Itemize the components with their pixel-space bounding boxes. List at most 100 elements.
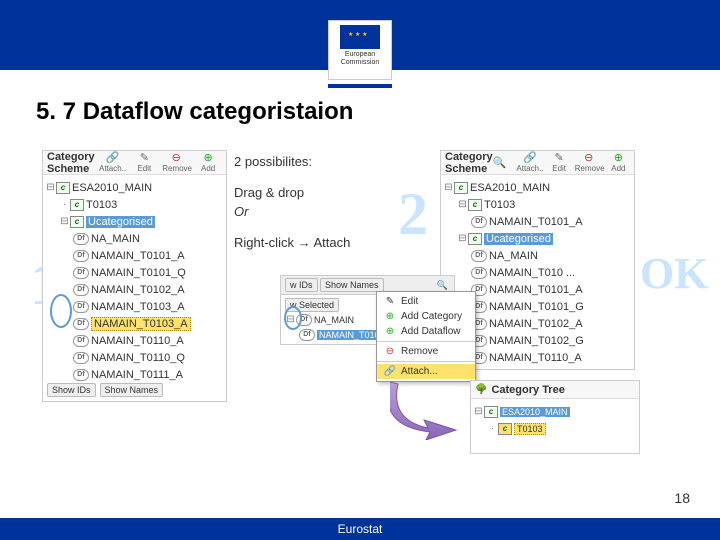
- big-ok: OK: [640, 248, 708, 299]
- menu-edit[interactable]: ✎Edit: [377, 294, 475, 309]
- tree-row[interactable]: DfNAMAIN_T0103_A: [73, 315, 224, 332]
- dataflow-icon: Df: [471, 267, 487, 279]
- slide-title: 5. 7 Dataflow categoristaion: [36, 98, 353, 126]
- dataflow-icon: Df: [73, 250, 89, 262]
- tree-row[interactable]: DfNAMAIN_T0111_A: [73, 366, 224, 383]
- tree-row[interactable]: ⊟cESA2010_MAIN: [473, 403, 637, 420]
- instr-line1: 2 possibilites:: [234, 154, 424, 169]
- add-icon: ⊕: [383, 311, 397, 322]
- collapse-icon[interactable]: ⊟: [59, 216, 70, 227]
- menu-attach[interactable]: 🔗Attach...: [377, 364, 475, 379]
- eu-flag-icon: [340, 25, 380, 49]
- selected-item[interactable]: Ucategorised: [86, 216, 155, 228]
- dataflow-icon: Df: [73, 301, 89, 313]
- dataflow-icon: Df: [471, 250, 487, 262]
- tree-row[interactable]: DfNAMAIN_T0101_Q: [73, 264, 224, 281]
- tree-row[interactable]: ⊟cT0103: [457, 196, 632, 213]
- tree-row[interactable]: DfNAMAIN_T0110_A: [73, 332, 224, 349]
- remove-button[interactable]: ⊖Remove: [162, 153, 190, 173]
- dataflow-icon: Df: [471, 216, 487, 228]
- tree-left: ⊟cESA2010_MAIN ·cT0103 ⊟cUcategorised Df…: [43, 175, 226, 387]
- attach-button[interactable]: 🔗Attach..: [516, 153, 543, 173]
- callout-oval: [50, 294, 72, 328]
- remove-icon: ⊖: [575, 153, 603, 164]
- tree-row[interactable]: DfNAMAIN_T0110_A: [471, 349, 632, 366]
- tree-row[interactable]: DfNAMAIN_T0102_A: [73, 281, 224, 298]
- dataflow-icon: Df: [73, 352, 89, 364]
- tree-row[interactable]: DfNAMAIN_T0103_A: [73, 298, 224, 315]
- panel-footer-buttons: Show IDs Show Names: [47, 383, 163, 397]
- tree-row[interactable]: DfNA_MAIN: [73, 230, 224, 247]
- footer-bar: Eurostat: [0, 518, 720, 540]
- dataflow-icon: Df: [73, 335, 89, 347]
- mini-panel-title: Category Tree: [491, 384, 635, 396]
- tree-row[interactable]: DfNAMAIN_T0101_A: [73, 247, 224, 264]
- category-icon: c: [56, 182, 70, 194]
- tree-row[interactable]: DfNAMAIN_T010 ...: [471, 264, 632, 281]
- attach-icon: 🔗: [99, 153, 127, 164]
- panel-title: Category Scheme: [445, 151, 493, 175]
- attach-icon: 🔗: [383, 366, 397, 377]
- menu-add-category[interactable]: ⊕Add Category: [377, 309, 475, 324]
- show-ids-button[interactable]: Show IDs: [47, 383, 96, 397]
- menu-remove[interactable]: ⊖Remove: [377, 344, 475, 359]
- tree-row[interactable]: ⊟cESA2010_MAIN: [45, 179, 224, 196]
- collapse-icon[interactable]: ⊟: [45, 182, 56, 193]
- dataflow-icon: Df: [73, 284, 89, 296]
- category-icon: c: [468, 199, 482, 211]
- mini-panel-header: 🌳 Category Tree: [471, 381, 639, 399]
- logo-text: EuropeanCommission: [329, 51, 391, 67]
- remove-button[interactable]: ⊖Remove: [575, 153, 603, 173]
- panel-header: Category Scheme 🔍 🔗Attach.. ✎Edit ⊖Remov…: [441, 151, 634, 175]
- instr-line3: Or: [234, 204, 424, 219]
- menu-separator: [377, 341, 475, 342]
- tree-row[interactable]: ⊟cUcategorised: [457, 230, 632, 247]
- collapse-icon[interactable]: ⊟: [457, 233, 468, 244]
- show-ids-button[interactable]: w IDs: [285, 278, 318, 292]
- tree-icon: 🌳: [475, 384, 487, 395]
- search-icon[interactable]: 🔍: [493, 156, 507, 169]
- panel-title: Category Scheme: [47, 151, 95, 175]
- tree-row[interactable]: ·cT0103: [59, 196, 224, 213]
- edit-button[interactable]: ✎Edit: [130, 153, 158, 173]
- tree-row[interactable]: DfNA_MAIN: [471, 247, 632, 264]
- dataflow-icon: Df: [73, 369, 89, 381]
- tree-row[interactable]: ⊟cUcategorised: [59, 213, 224, 230]
- edit-button[interactable]: ✎Edit: [548, 153, 571, 173]
- panel-header: Category Scheme 🔗Attach.. ✎Edit ⊖Remove …: [43, 151, 226, 175]
- tree-row[interactable]: DfNAMAIN_T0101_A: [471, 281, 632, 298]
- collapse-icon[interactable]: ⊟: [457, 199, 468, 210]
- selected-item[interactable]: ESA2010_MAIN: [500, 407, 570, 417]
- selected-item[interactable]: Ucategorised: [484, 233, 553, 245]
- callout-oval: [284, 306, 302, 330]
- collapse-icon[interactable]: ⊟: [443, 182, 454, 193]
- dataflow-icon: Df: [73, 267, 89, 279]
- dataflow-icon: Df: [73, 233, 89, 245]
- category-scheme-panel-left: Category Scheme 🔗Attach.. ✎Edit ⊖Remove …: [42, 150, 227, 402]
- attach-button[interactable]: 🔗Attach..: [99, 153, 127, 173]
- show-names-button[interactable]: Show Names: [320, 278, 384, 292]
- search-icon[interactable]: 🔍: [437, 280, 448, 291]
- tree-row[interactable]: DfNAMAIN_T0101_G: [471, 298, 632, 315]
- menu-add-dataflow[interactable]: ⊕Add Dataflow: [377, 324, 475, 339]
- tree-row[interactable]: DfNAMAIN_T0102_G: [471, 332, 632, 349]
- arrow-icon: [390, 380, 460, 440]
- add-button[interactable]: ⊕Add: [607, 153, 630, 173]
- mini-tree: ⊟cESA2010_MAIN ·cT0103: [471, 399, 639, 441]
- remove-icon: ⊖: [383, 346, 397, 357]
- logo-underline: [328, 84, 392, 88]
- tree-row[interactable]: ⊟cESA2010_MAIN: [443, 179, 632, 196]
- edit-icon: ✎: [548, 153, 571, 164]
- highlighted-item[interactable]: NAMAIN_T0103_A: [91, 317, 191, 331]
- tree-row[interactable]: DfNAMAIN_T0102_A: [471, 315, 632, 332]
- category-tree-mini: 🌳 Category Tree ⊟cESA2010_MAIN ·cT0103: [470, 380, 640, 454]
- tree-row[interactable]: ·cT0103: [487, 420, 637, 437]
- tree-row[interactable]: DfNAMAIN_T0101_A: [471, 213, 632, 230]
- highlighted-item[interactable]: T0103: [514, 423, 546, 435]
- edit-icon: ✎: [130, 153, 158, 164]
- instr-line2: Drag & drop: [234, 185, 424, 200]
- add-button[interactable]: ⊕Add: [194, 153, 222, 173]
- add-icon: ⊕: [607, 153, 630, 164]
- show-names-button[interactable]: Show Names: [100, 383, 164, 397]
- tree-row[interactable]: DfNAMAIN_T0110_Q: [73, 349, 224, 366]
